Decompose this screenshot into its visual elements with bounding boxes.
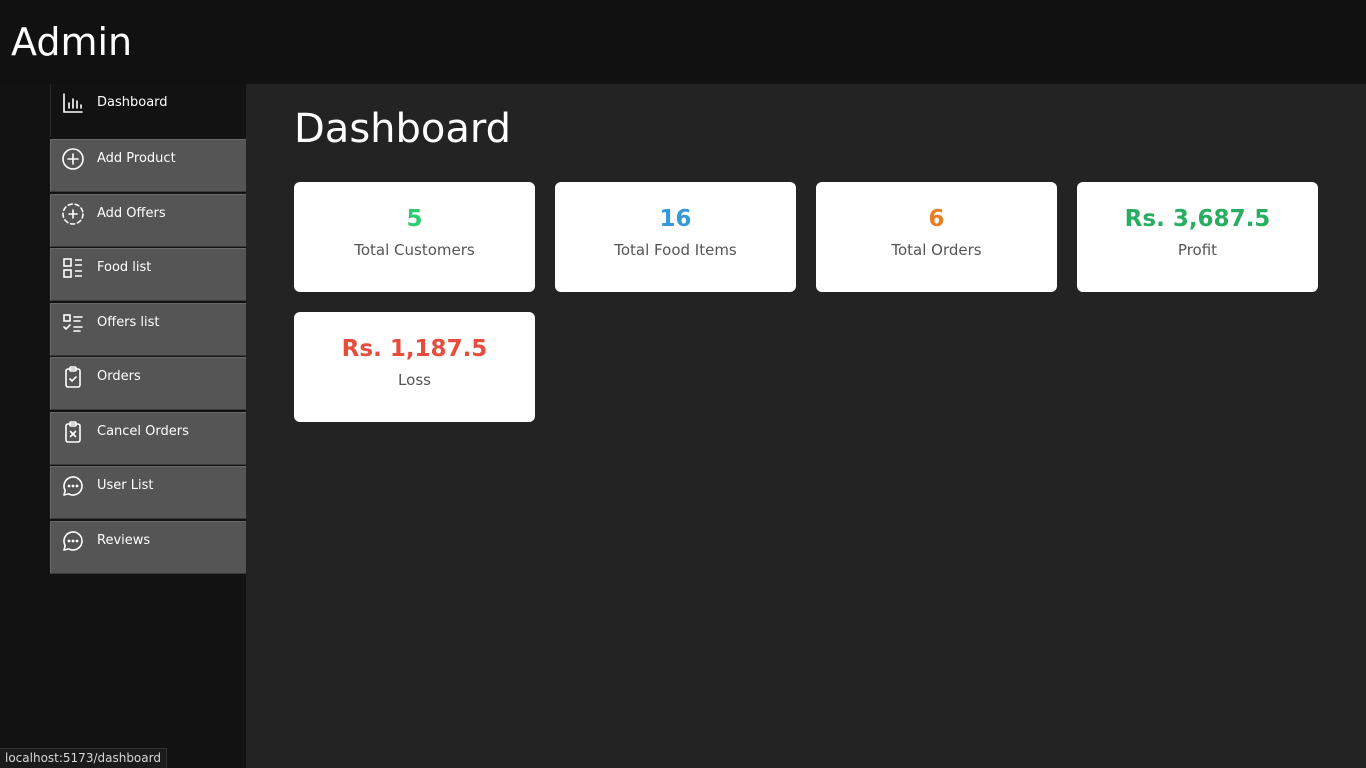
bar-chart-icon bbox=[61, 91, 85, 115]
sidebar-item-food-list[interactable]: Food list bbox=[50, 248, 246, 301]
app-title: Admin bbox=[11, 20, 133, 64]
stat-label: Profit bbox=[1177, 241, 1218, 259]
sidebar-item-add-product[interactable]: Add Product bbox=[50, 139, 246, 192]
stat-value: Rs. 3,687.5 bbox=[1124, 206, 1271, 232]
sidebar-item-dashboard[interactable]: Dashboard bbox=[50, 84, 246, 137]
stat-label: Loss bbox=[398, 371, 431, 389]
stat-card-profit: Rs. 3,687.5 Profit bbox=[1077, 182, 1318, 292]
clipboard-x-icon bbox=[61, 420, 85, 444]
stat-value: Rs. 1,187.5 bbox=[341, 336, 488, 362]
stat-card-total-customers: 5 Total Customers bbox=[294, 182, 535, 292]
sidebar-item-label: User List bbox=[97, 478, 154, 493]
plus-circle-icon bbox=[61, 147, 85, 171]
sidebar-item-label: Orders bbox=[97, 369, 141, 384]
clipboard-check-icon bbox=[61, 365, 85, 389]
sidebar-item-label: Food list bbox=[97, 260, 152, 275]
sidebar-item-label: Add Product bbox=[97, 151, 176, 166]
sidebar-item-cancel-orders[interactable]: Cancel Orders bbox=[50, 412, 246, 465]
dashed-plus-circle-icon bbox=[61, 202, 85, 226]
sidebar-item-label: Offers list bbox=[97, 315, 160, 330]
sidebar-item-add-offers[interactable]: Add Offers bbox=[50, 194, 246, 247]
sidebar-item-label: Dashboard bbox=[97, 95, 168, 110]
checklist-icon bbox=[61, 311, 85, 335]
stat-value: 16 bbox=[659, 206, 692, 232]
main-content: Dashboard 5 Total Customers 16 Total Foo… bbox=[246, 84, 1366, 768]
sidebar-item-user-list[interactable]: User List bbox=[50, 466, 246, 519]
sidebar-item-label: Cancel Orders bbox=[97, 424, 189, 439]
stat-value: 5 bbox=[406, 206, 423, 232]
sidebar-item-reviews[interactable]: Reviews bbox=[50, 521, 246, 574]
stat-value: 6 bbox=[928, 206, 945, 232]
list-grid-icon bbox=[61, 256, 85, 280]
stat-label: Total Customers bbox=[354, 241, 475, 259]
stat-card-total-food-items: 16 Total Food Items bbox=[555, 182, 796, 292]
sidebar-item-label: Add Offers bbox=[97, 206, 166, 221]
top-bar: Admin bbox=[0, 0, 1366, 84]
chat-bubble-icon bbox=[61, 474, 85, 498]
chat-bubble-icon bbox=[61, 529, 85, 553]
stat-label: Total Food Items bbox=[614, 241, 737, 259]
stat-label: Total Orders bbox=[891, 241, 982, 259]
page-title: Dashboard bbox=[294, 106, 512, 152]
status-bar-url: localhost:5173/dashboard bbox=[0, 748, 167, 768]
sidebar-item-label: Reviews bbox=[97, 533, 151, 548]
sidebar: Dashboard Add Product Add Offers Food li… bbox=[0, 84, 246, 768]
stat-card-total-orders: 6 Total Orders bbox=[816, 182, 1057, 292]
sidebar-item-offers-list[interactable]: Offers list bbox=[50, 303, 246, 356]
stat-card-loss: Rs. 1,187.5 Loss bbox=[294, 312, 535, 422]
sidebar-item-orders[interactable]: Orders bbox=[50, 357, 246, 410]
